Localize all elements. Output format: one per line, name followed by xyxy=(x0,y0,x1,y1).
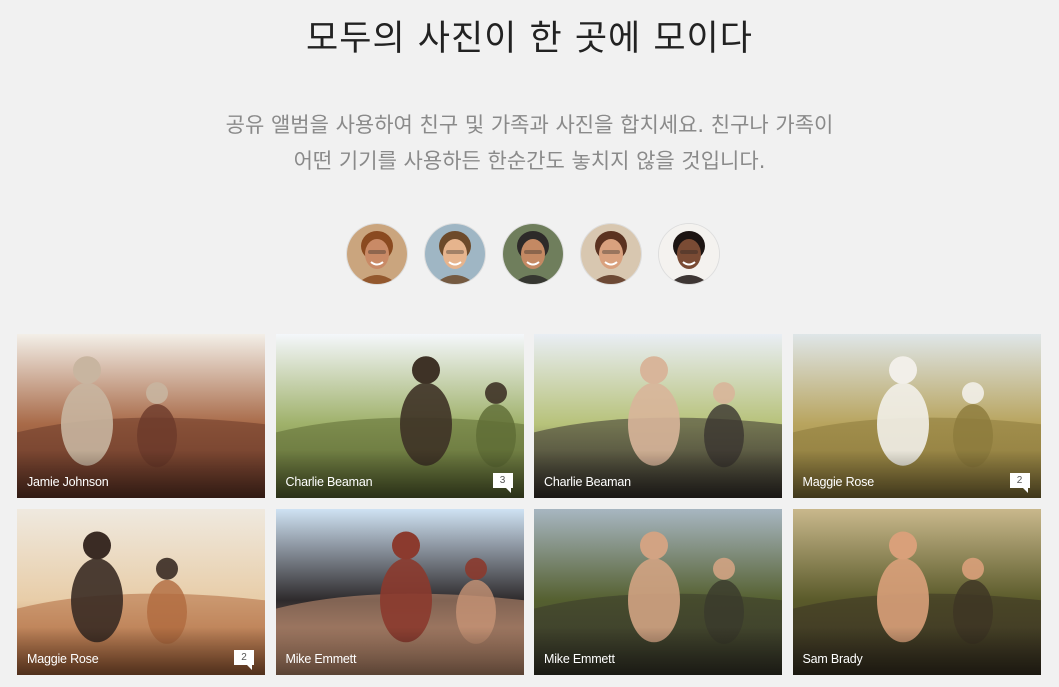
description-line-2: 어떤 기기를 사용하든 한순간도 놓치지 않을 것입니다. xyxy=(293,149,766,173)
tile-shade xyxy=(17,627,265,675)
album-tile[interactable]: Sam Brady xyxy=(792,509,1041,675)
tile-shade xyxy=(534,450,782,498)
album-tile[interactable]: Maggie Rose 2 xyxy=(792,334,1041,498)
tile-shade xyxy=(792,450,1041,498)
tile-shade xyxy=(275,450,524,498)
avatar-photo-icon xyxy=(425,224,485,284)
album-owner-name: Charlie Beaman xyxy=(544,475,631,489)
album-tile[interactable]: Charlie Beaman xyxy=(534,334,782,498)
avatar[interactable] xyxy=(581,224,641,284)
tile-shade xyxy=(17,450,265,498)
album-owner-name: Charlie Beaman xyxy=(285,475,373,489)
avatar[interactable] xyxy=(659,224,719,284)
album-tile[interactable]: Jamie Johnson xyxy=(17,334,265,498)
album-owner-name: Mike Emmett xyxy=(544,652,615,666)
album-owner-name: Maggie Rose xyxy=(802,475,875,489)
avatar[interactable] xyxy=(347,224,407,284)
avatar[interactable] xyxy=(503,224,563,284)
album-owner-name: Mike Emmett xyxy=(285,652,357,666)
album-grid: Jamie Johnson Charlie Beaman 3 Charlie B… xyxy=(17,334,1041,675)
comment-count-badge: 2 xyxy=(234,650,254,670)
avatar-photo-icon xyxy=(581,224,641,284)
avatar-photo-icon xyxy=(659,224,719,284)
avatar-photo-icon xyxy=(347,224,407,284)
comment-count-badge: 3 xyxy=(492,473,513,493)
album-tile[interactable]: Charlie Beaman 3 xyxy=(275,334,524,498)
page-title: 모두의 사진이 한 곳에 모이다 xyxy=(306,19,753,59)
description-line-1: 공유 앨범을 사용하여 친구 및 가족과 사진을 합치세요. 친구나 가족이 xyxy=(225,113,834,137)
album-tile[interactable]: Mike Emmett xyxy=(275,509,524,675)
album-tile[interactable]: Mike Emmett xyxy=(534,509,782,675)
comment-count-badge: 2 xyxy=(1009,473,1030,493)
album-owner-name: Maggie Rose xyxy=(27,652,99,666)
avatar-photo-icon xyxy=(503,224,563,284)
page-description: 공유 앨범을 사용하여 친구 및 가족과 사진을 합치세요. 친구나 가족이 어… xyxy=(0,107,1059,179)
tile-shade xyxy=(275,627,524,675)
avatar[interactable] xyxy=(425,224,485,284)
tile-shade xyxy=(792,627,1041,675)
avatar-row xyxy=(347,224,719,284)
album-tile[interactable]: Maggie Rose 2 xyxy=(17,509,265,675)
album-owner-name: Sam Brady xyxy=(802,652,863,666)
tile-shade xyxy=(534,627,782,675)
album-owner-name: Jamie Johnson xyxy=(27,475,109,489)
